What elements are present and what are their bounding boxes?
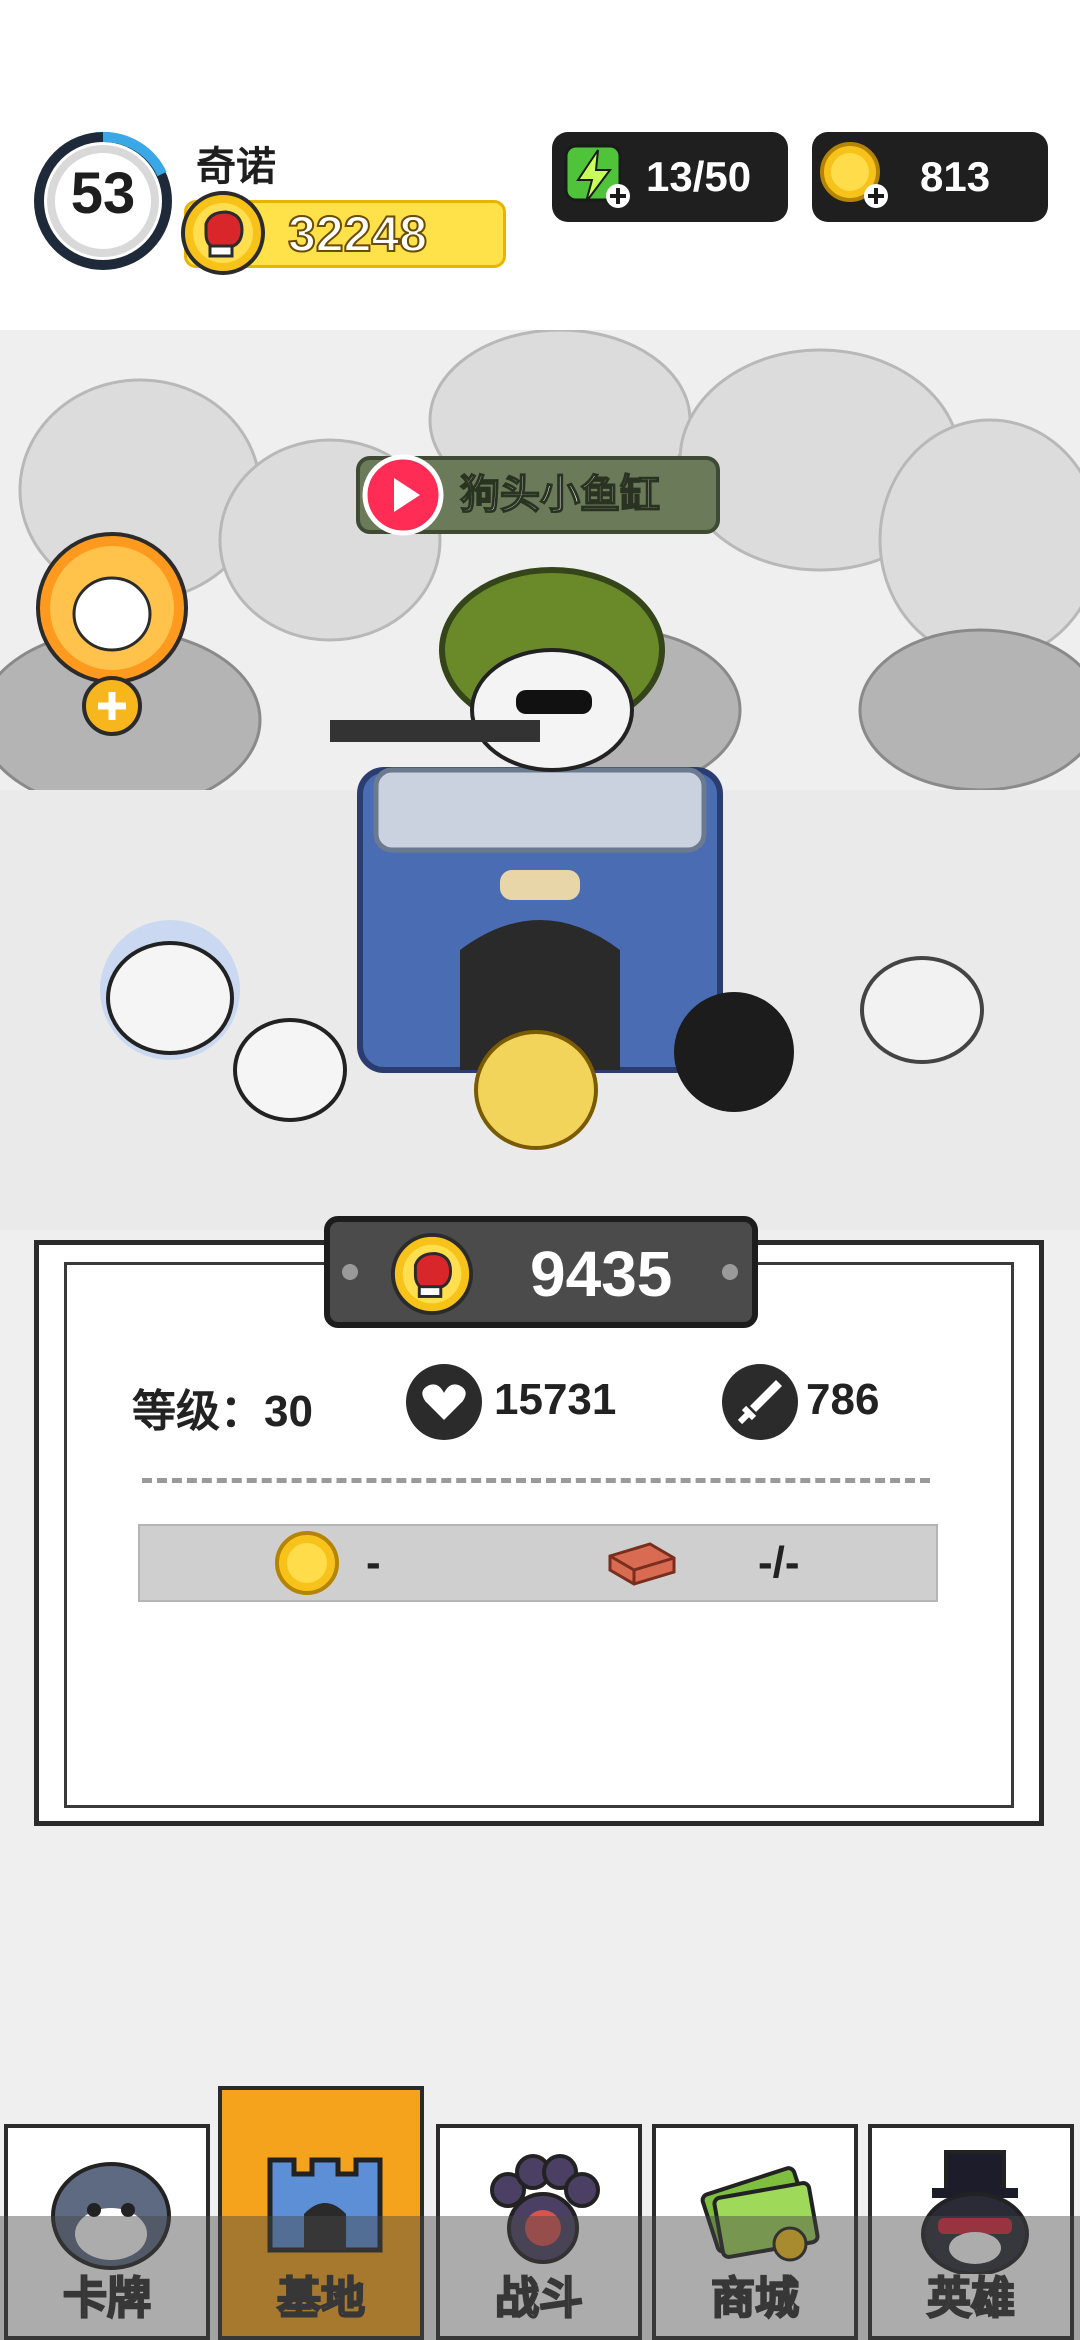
divider: [142, 1478, 930, 1483]
attack-value: 786: [806, 1375, 880, 1424]
player-level: 53: [70, 161, 136, 226]
upgrade-brick-cost: -/-: [758, 1538, 800, 1587]
lucky-cat-icon[interactable]: [32, 528, 192, 738]
play-video-icon[interactable]: [360, 452, 446, 538]
video-banner-label: 狗头小鱼缸: [459, 472, 661, 518]
rivet: [722, 1264, 738, 1280]
system-nav-overlay: [0, 2216, 1080, 2340]
power-value: 32248: [287, 205, 428, 263]
base-level-label: 等级：30: [132, 1387, 313, 1436]
base-gold-value: 9435: [530, 1238, 673, 1310]
heart-icon: [406, 1364, 482, 1440]
boxing-glove-icon: [181, 191, 265, 275]
upgrade-cost-bar: [138, 1524, 938, 1602]
player-name: 奇诺: [196, 145, 276, 189]
energy-value: 13/50: [646, 153, 752, 200]
coin-plus-icon[interactable]: [818, 140, 890, 212]
coin-value: 813: [920, 153, 991, 200]
boxing-glove-icon: [390, 1232, 474, 1316]
coin-icon: [275, 1531, 339, 1595]
rivet: [342, 1264, 358, 1280]
sword-icon: [722, 1364, 798, 1440]
upgrade-coin-cost: -: [366, 1538, 381, 1587]
lightning-plus-icon[interactable]: [560, 140, 632, 212]
brick-icon: [608, 1542, 676, 1586]
hp-value: 15731: [494, 1375, 617, 1424]
